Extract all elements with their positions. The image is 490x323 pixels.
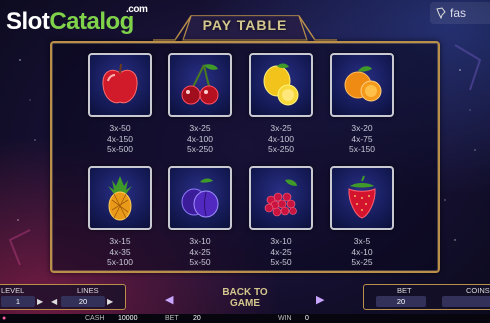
provider-logo: fas xyxy=(430,2,490,24)
strawberry-icon xyxy=(348,175,376,219)
pay-table-title-plaque: PAY TABLE xyxy=(145,10,345,44)
settings-icon[interactable]: ● xyxy=(2,314,6,323)
symbol-orange xyxy=(330,53,394,117)
next-page-arrow[interactable]: ▶ xyxy=(316,293,324,306)
symbol-strawberry xyxy=(330,166,394,230)
apple-icon xyxy=(102,63,138,104)
plum-icon xyxy=(181,178,219,218)
win-value: 0 xyxy=(305,315,309,322)
symbol-apple xyxy=(88,53,152,117)
cash-label: CASH xyxy=(85,315,105,322)
level-increase-arrow[interactable]: ▶ xyxy=(37,296,43,307)
bet-value: 20 xyxy=(376,296,426,307)
back-to-game-button[interactable]: BACK TO GAME xyxy=(205,287,285,309)
bet-coins-control: BET 20 COINS xyxy=(363,284,490,310)
bet-status-label: BET xyxy=(165,315,179,322)
pays-cherries: 3x-25 4x-100 5x-250 xyxy=(187,123,213,154)
bet-status-value: 20 xyxy=(193,315,201,322)
lines-label: LINES xyxy=(77,286,99,295)
lines-decrease-arrow[interactable]: ◀ xyxy=(51,296,57,307)
page-title: PAY TABLE xyxy=(202,17,288,33)
raspberry-icon xyxy=(264,179,297,217)
level-value: 1 xyxy=(1,296,35,307)
pays-orange: 3x-20 4x-75 5x-150 xyxy=(349,123,375,154)
pays-pineapple: 3x-15 4x-35 5x-100 xyxy=(107,236,133,267)
lines-value: 20 xyxy=(61,296,105,307)
pays-lemon: 3x-25 4x-100 5x-250 xyxy=(268,123,294,154)
cash-value: 10000 xyxy=(118,315,138,322)
slotcatalog-logo: SlotCatalog .com xyxy=(6,4,148,35)
level-label: LEVEL xyxy=(1,286,25,295)
previous-page-arrow[interactable]: ◀ xyxy=(165,293,173,306)
pays-apple: 3x-50 4x-150 5x-500 xyxy=(107,123,133,154)
symbol-plum xyxy=(168,166,232,230)
status-bar: ● CASH 10000 BET 20 WIN 0 xyxy=(0,314,490,323)
symbol-lemon xyxy=(249,53,313,117)
pineapple-icon xyxy=(108,176,132,221)
coins-value xyxy=(442,296,490,307)
pays-strawberry: 3x-5 4x-10 5x-25 xyxy=(351,236,373,267)
symbol-cherries xyxy=(168,53,232,117)
win-label: WIN xyxy=(278,315,292,322)
cherries-icon xyxy=(181,64,219,105)
pays-plum: 3x-10 4x-25 5x-50 xyxy=(189,236,211,267)
lines-increase-arrow[interactable]: ▶ xyxy=(107,296,113,307)
coins-label: COINS xyxy=(466,286,490,295)
level-lines-control: LEVEL 1 ▶ LINES ◀ 20 ▶ xyxy=(0,284,126,310)
bird-logo-icon xyxy=(436,7,446,19)
symbol-pineapple xyxy=(88,166,152,230)
symbol-raspberry xyxy=(249,166,313,230)
bet-label: BET xyxy=(397,286,412,295)
pays-raspberry: 3x-10 4x-25 5x-50 xyxy=(270,236,292,267)
lemon-icon xyxy=(263,63,299,106)
orange-icon xyxy=(344,66,382,102)
